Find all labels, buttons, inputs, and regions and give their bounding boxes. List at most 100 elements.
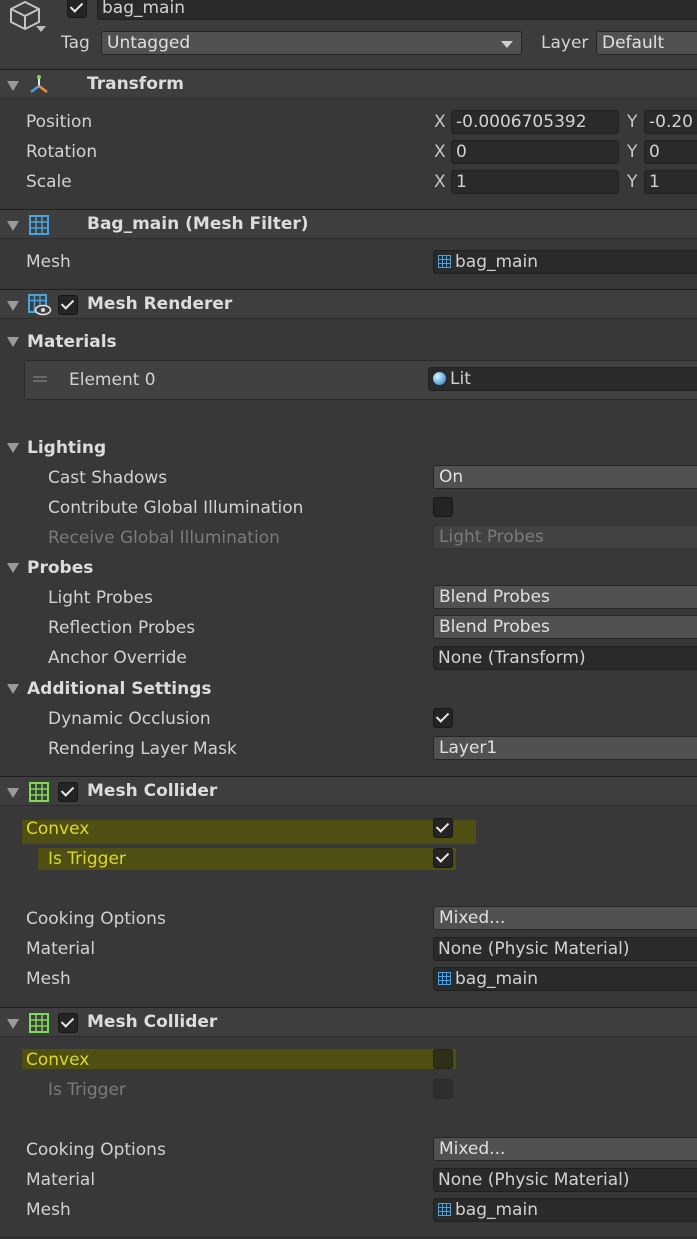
- material-1-field[interactable]: None (Physic Material): [433, 937, 697, 961]
- highlight-convex-1: [22, 820, 476, 844]
- mesh-2-value: bag_main: [455, 1200, 538, 1220]
- mesh-renderer-header[interactable]: Mesh Renderer: [0, 289, 697, 319]
- transform-title: Transform: [87, 74, 184, 94]
- mesh-renderer-title: Mesh Renderer: [87, 294, 233, 314]
- transform-gizmo-icon: [30, 75, 48, 93]
- dynamic-occlusion-label: Dynamic Occlusion: [48, 709, 211, 729]
- mesh-filter-title: Bag_main (Mesh Filter): [87, 214, 309, 234]
- anchor-override-label: Anchor Override: [48, 648, 187, 668]
- mesh-renderer-enabled-checkbox[interactable]: [58, 295, 78, 315]
- position-x-label[interactable]: X: [434, 111, 446, 133]
- foldout-arrow-icon[interactable]: [7, 301, 19, 311]
- is-trigger-1-checkbox[interactable]: [433, 848, 453, 868]
- material-sphere-icon: [433, 372, 446, 385]
- rotation-label: Rotation: [26, 142, 98, 162]
- mesh-filter-grid-icon: [29, 215, 49, 235]
- rotation-x-label[interactable]: X: [434, 141, 446, 163]
- receive-gi-dropdown: Light Probes: [433, 525, 697, 549]
- mesh-collider-2-enabled-checkbox[interactable]: [58, 1013, 78, 1033]
- position-y-label[interactable]: Y: [627, 111, 637, 133]
- cast-shadows-dropdown[interactable]: On: [433, 465, 697, 489]
- scale-y-field[interactable]: 1: [644, 170, 697, 194]
- lighting-label[interactable]: Lighting: [27, 437, 106, 459]
- position-label: Position: [26, 112, 93, 132]
- contribute-gi-checkbox[interactable]: [433, 497, 453, 517]
- gameobject-header: bag_main Tag Untagged Layer Default: [0, 0, 697, 68]
- mesh-filter-mesh-field[interactable]: bag_main: [433, 250, 697, 274]
- cooking-options-1-dropdown[interactable]: Mixed...: [433, 906, 697, 930]
- rotation-x-field[interactable]: 0: [451, 140, 619, 164]
- mesh-collider-2-title: Mesh Collider: [87, 1012, 218, 1032]
- mesh-2-field[interactable]: bag_main: [433, 1198, 697, 1222]
- drag-handle-icon[interactable]: [33, 376, 47, 382]
- cooking-options-2-dropdown[interactable]: Mixed...: [433, 1137, 697, 1161]
- material-2-label: Material: [26, 1170, 96, 1190]
- mesh-collider-1-title: Mesh Collider: [87, 781, 218, 801]
- dynamic-occlusion-checkbox[interactable]: [433, 708, 453, 728]
- contribute-gi-label: Contribute Global Illumination: [48, 498, 304, 518]
- element-0-label: Element 0: [69, 370, 156, 390]
- light-probes-label: Light Probes: [48, 588, 153, 608]
- additional-settings-label[interactable]: Additional Settings: [27, 678, 212, 700]
- mesh-collider-grid-icon: [29, 1013, 49, 1033]
- light-probes-dropdown[interactable]: Blend Probes: [433, 585, 697, 609]
- tag-dropdown[interactable]: Untagged: [101, 31, 522, 55]
- is-trigger-2-label: Is Trigger: [48, 1080, 126, 1100]
- layer-dropdown[interactable]: Default: [596, 31, 697, 55]
- scale-label: Scale: [26, 172, 72, 192]
- mesh-collider-2-header[interactable]: Mesh Collider: [0, 1007, 697, 1037]
- reflection-probes-dropdown[interactable]: Blend Probes: [433, 615, 697, 639]
- rendering-layer-mask-label: Rendering Layer Mask: [48, 739, 237, 759]
- convex-1-checkbox[interactable]: [433, 818, 453, 838]
- mesh-1-field[interactable]: bag_main: [433, 967, 697, 991]
- position-y-field[interactable]: -0.20: [644, 110, 697, 134]
- foldout-arrow-icon[interactable]: [7, 788, 19, 798]
- position-x-field[interactable]: -0.0006705392: [451, 110, 619, 134]
- bottom-divider: [0, 1237, 697, 1238]
- scale-x-field[interactable]: 1: [451, 170, 619, 194]
- materials-label[interactable]: Materials: [27, 331, 117, 353]
- tag-value: Untagged: [107, 33, 191, 53]
- transform-header[interactable]: Transform: [0, 69, 697, 99]
- anchor-override-field[interactable]: None (Transform): [433, 646, 697, 670]
- mesh-icon: [438, 1203, 451, 1216]
- convex-2-label: Convex: [26, 1050, 90, 1070]
- scale-y-label[interactable]: Y: [627, 171, 637, 193]
- rotation-y-field[interactable]: 0: [644, 140, 697, 164]
- materials-foldout-icon[interactable]: [7, 337, 19, 347]
- mesh-filter-header[interactable]: Bag_main (Mesh Filter): [0, 209, 697, 239]
- rotation-y-label[interactable]: Y: [627, 141, 637, 163]
- scale-x-label[interactable]: X: [434, 171, 446, 193]
- probes-label[interactable]: Probes: [27, 557, 93, 579]
- element-0-field[interactable]: Lit: [428, 367, 697, 391]
- material-1-label: Material: [26, 939, 96, 959]
- lighting-foldout-icon[interactable]: [7, 443, 19, 453]
- is-trigger-2-checkbox: [433, 1079, 453, 1099]
- foldout-arrow-icon[interactable]: [7, 221, 19, 231]
- additional-settings-foldout-icon[interactable]: [7, 684, 19, 694]
- mesh-1-label: Mesh: [26, 969, 71, 989]
- mesh-collider-1-header[interactable]: Mesh Collider: [0, 776, 697, 806]
- cast-shadows-label: Cast Shadows: [48, 468, 168, 488]
- convex-2-checkbox[interactable]: [433, 1049, 453, 1069]
- is-trigger-1-label: Is Trigger: [48, 849, 126, 869]
- mesh-1-value: bag_main: [455, 969, 538, 989]
- mesh-renderer-icon: [28, 294, 52, 316]
- rendering-layer-mask-dropdown[interactable]: Layer1: [433, 736, 697, 760]
- probes-foldout-icon[interactable]: [7, 563, 19, 573]
- mesh-filter-mesh-value: bag_main: [455, 252, 538, 272]
- receive-gi-label: Receive Global Illumination: [48, 528, 280, 548]
- mesh-icon: [438, 972, 451, 985]
- mesh-filter-mesh-label: Mesh: [26, 252, 71, 272]
- layer-label: Layer: [541, 33, 589, 53]
- gameobject-active-checkbox[interactable]: [67, 0, 87, 18]
- material-2-field[interactable]: None (Physic Material): [433, 1168, 697, 1192]
- foldout-arrow-icon[interactable]: [7, 81, 19, 91]
- gameobject-name-field[interactable]: bag_main: [97, 0, 697, 20]
- cooking-options-2-label: Cooking Options: [26, 1140, 166, 1160]
- cooking-options-1-label: Cooking Options: [26, 909, 166, 929]
- element-0-value: Lit: [450, 369, 471, 389]
- mesh-collider-1-enabled-checkbox[interactable]: [58, 782, 78, 802]
- foldout-arrow-icon[interactable]: [7, 1019, 19, 1029]
- icon-dropdown-arrow[interactable]: [36, 26, 46, 32]
